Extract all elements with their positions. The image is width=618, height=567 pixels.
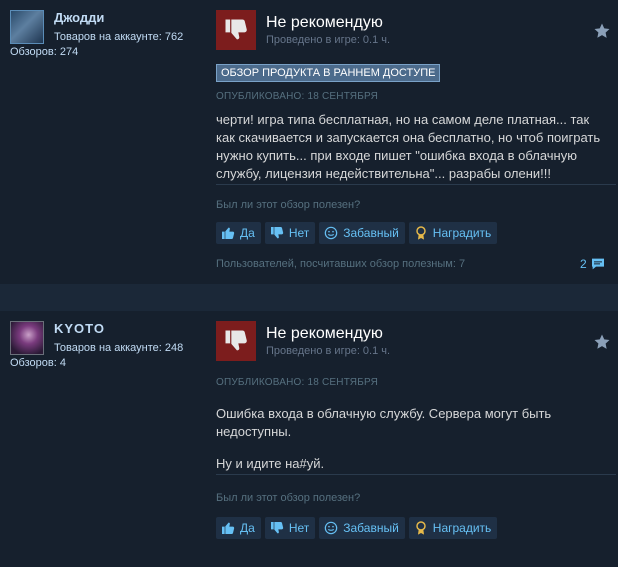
thumbs-up-icon bbox=[222, 227, 235, 239]
published-date: ОПУБЛИКОВАНО: 18 СЕНТЯБРЯ bbox=[216, 377, 379, 388]
vote-no-label: Нет bbox=[288, 226, 310, 240]
early-access-badge: ОБЗОР ПРОДУКТА В РАННЕМ ДОСТУПЕ bbox=[216, 64, 441, 82]
thumbs-down-icon bbox=[225, 19, 247, 40]
avatar[interactable] bbox=[10, 10, 44, 44]
review-separator bbox=[0, 284, 618, 311]
review-paragraph: Ну и идите на#уй. bbox=[216, 456, 325, 471]
award-icon bbox=[416, 226, 426, 240]
award-button[interactable]: Наградить bbox=[408, 222, 498, 244]
vote-funny-button[interactable]: Забавный bbox=[319, 222, 405, 244]
review-content: Не рекомендую Проведено в игре: 0.1 ч. О… bbox=[216, 321, 616, 561]
smile-icon bbox=[324, 521, 338, 535]
avatar[interactable] bbox=[10, 321, 44, 355]
comment-icon bbox=[591, 258, 604, 270]
review-paragraph: Ошибка входа в облачную службу. Сервера … bbox=[216, 406, 552, 439]
author-products[interactable]: Товаров на аккаунте: 762 bbox=[54, 31, 183, 43]
playtime: Проведено в игре: 0.1 ч. bbox=[266, 34, 391, 46]
thumbs-up-icon bbox=[222, 522, 235, 534]
verdict-thumb[interactable] bbox=[216, 10, 256, 50]
award-button[interactable]: Наградить bbox=[408, 517, 498, 539]
vote-funny-button[interactable]: Забавный bbox=[319, 517, 405, 539]
vote-no-button[interactable]: Нет bbox=[264, 222, 316, 244]
author-name[interactable]: Джодди bbox=[54, 10, 104, 25]
vote-yes-label: Да bbox=[240, 226, 255, 240]
review-content: Не рекомендую Проведено в игре: 0.1 ч. О… bbox=[216, 10, 616, 280]
published-date: ОПУБЛИКОВАНО: 18 СЕНТЯБРЯ bbox=[216, 91, 379, 102]
award-icon bbox=[416, 521, 426, 535]
verdict-thumb[interactable] bbox=[216, 321, 256, 361]
helpful-question: Был ли этот обзор полезен? bbox=[216, 492, 361, 504]
review-paragraph: черти! игра типа бесплатная, но на самом… bbox=[216, 112, 601, 181]
divider bbox=[216, 474, 616, 475]
helpful-count: Пользователей, посчитавших обзор полезны… bbox=[216, 258, 466, 270]
star-icon[interactable] bbox=[593, 22, 611, 40]
vote-no-button[interactable]: Нет bbox=[264, 517, 316, 539]
thumbs-down-icon bbox=[270, 227, 283, 239]
vote-controls: Да Нет Забавный Наградить bbox=[216, 517, 498, 539]
thumbs-down-icon bbox=[225, 330, 247, 351]
comments-link[interactable]: 2 bbox=[580, 256, 606, 272]
vote-controls: Да Нет Забавный Наградить bbox=[216, 222, 498, 244]
helpful-question: Был ли этот обзор полезен? bbox=[216, 199, 361, 211]
author-reviews[interactable]: Обзоров: 4 bbox=[10, 357, 66, 369]
vote-no-label: Нет bbox=[288, 521, 310, 535]
review-card: KYOTO Товаров на аккаунте: 248 Обзоров: … bbox=[0, 311, 618, 567]
author-products[interactable]: Товаров на аккаунте: 248 bbox=[54, 342, 183, 354]
vote-yes-button[interactable]: Да bbox=[216, 222, 261, 244]
comments-count: 2 bbox=[580, 257, 587, 271]
smile-icon bbox=[324, 226, 338, 240]
vote-yes-label: Да bbox=[240, 521, 255, 535]
star-icon[interactable] bbox=[593, 333, 611, 351]
author-name[interactable]: KYOTO bbox=[54, 321, 105, 336]
vote-yes-button[interactable]: Да bbox=[216, 517, 261, 539]
award-label: Наградить bbox=[432, 226, 492, 240]
verdict-title[interactable]: Не рекомендую bbox=[266, 325, 383, 343]
thumbs-down-icon bbox=[270, 522, 283, 534]
verdict-title[interactable]: Не рекомендую bbox=[266, 14, 383, 32]
review-card: Джодди Товаров на аккаунте: 762 Обзоров:… bbox=[0, 0, 618, 284]
vote-funny-label: Забавный bbox=[343, 226, 399, 240]
award-label: Наградить bbox=[432, 521, 492, 535]
divider bbox=[216, 184, 616, 185]
playtime: Проведено в игре: 0.1 ч. bbox=[266, 345, 391, 357]
vote-funny-label: Забавный bbox=[343, 521, 399, 535]
author-reviews[interactable]: Обзоров: 274 bbox=[10, 46, 78, 58]
